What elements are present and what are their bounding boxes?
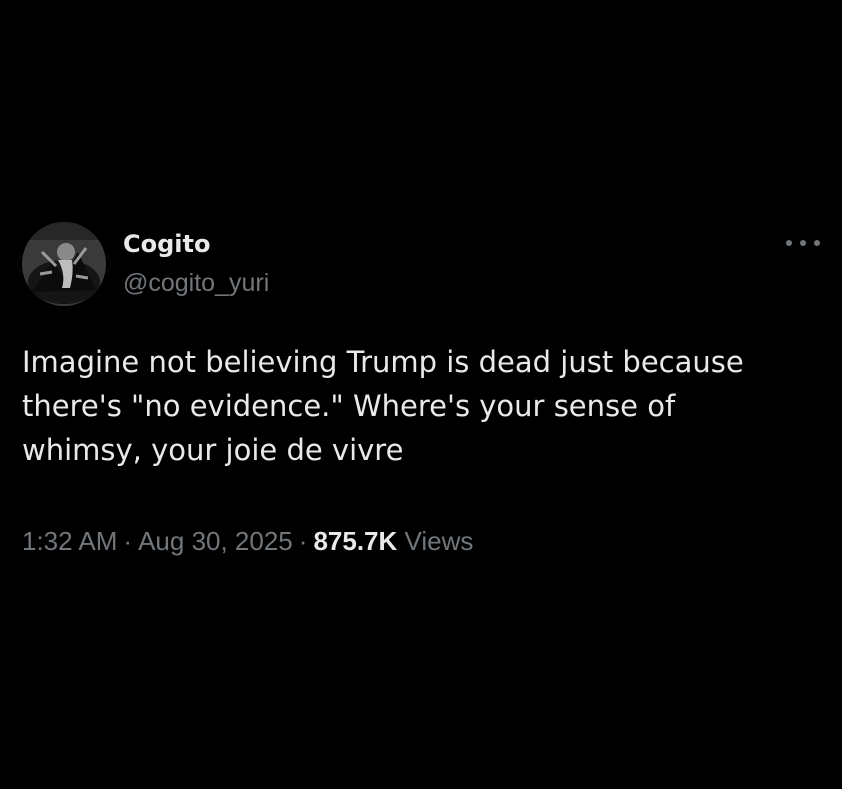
tweet-header: Cogito @cogito_yuri <box>22 222 822 308</box>
avatar[interactable] <box>22 222 106 306</box>
tweet-meta: 1:32 AM · Aug 30, 2025 · 875.7K Views <box>22 524 822 558</box>
views-count[interactable]: 875.7K <box>313 526 397 556</box>
more-dot <box>786 240 792 246</box>
more-dot <box>800 240 806 246</box>
more-horizontal-icon[interactable] <box>786 232 820 254</box>
tweet-date[interactable]: Aug 30, 2025 <box>138 526 293 556</box>
more-dot <box>814 240 820 246</box>
separator: · <box>123 526 133 556</box>
avatar-image <box>22 222 106 306</box>
user-handle[interactable]: @cogito_yuri <box>123 266 269 300</box>
separator: · <box>298 526 308 556</box>
views-label: Views <box>404 526 474 556</box>
tweet: Cogito @cogito_yuri Imagine not believin… <box>22 222 822 558</box>
user-names: Cogito @cogito_yuri <box>123 228 269 300</box>
tweet-text: Imagine not believing Trump is dead just… <box>22 345 744 467</box>
tweet-time[interactable]: 1:32 AM <box>22 526 117 556</box>
display-name[interactable]: Cogito <box>123 228 269 260</box>
